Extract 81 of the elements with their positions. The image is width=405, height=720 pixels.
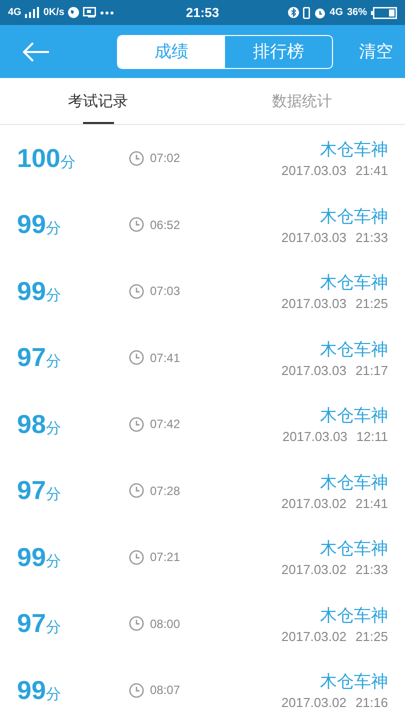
duration-label: 07:41 <box>150 350 180 365</box>
date-label: 2017.03.03 <box>282 429 348 444</box>
segment-tab[interactable]: 成绩 <box>118 36 225 68</box>
screenshot-icon <box>83 7 96 18</box>
score-unit: 分 <box>46 552 61 571</box>
date-label: 2017.03.02 <box>281 628 346 644</box>
score-unit: 分 <box>46 418 61 438</box>
date-label: 2017.03.03 <box>281 296 346 312</box>
clock-icon <box>129 150 144 166</box>
user-name: 木仓车神 <box>320 538 388 560</box>
time-label: 21:41 <box>355 163 388 178</box>
clock-icon <box>129 483 144 498</box>
duration-label: 07:21 <box>150 550 180 564</box>
tab[interactable]: 数据统计 <box>199 78 405 124</box>
time-label: 21:16 <box>355 695 388 710</box>
segment-tab[interactable]: 排行榜 <box>225 36 332 68</box>
user-name: 木仓车神 <box>320 139 388 162</box>
score-value: 97 <box>17 608 46 640</box>
bluetooth-icon <box>288 7 299 18</box>
network-label: 4G <box>8 7 22 18</box>
date-label: 2017.03.03 <box>281 230 346 245</box>
duration-label: 07:02 <box>150 151 180 166</box>
clock-icon <box>129 550 144 565</box>
date-label: 2017.03.02 <box>281 496 346 511</box>
date-label: 2017.03.02 <box>281 562 346 578</box>
score-unit: 分 <box>46 286 61 305</box>
time-label: 21:17 <box>355 362 388 378</box>
date-label: 2017.03.03 <box>281 163 346 178</box>
date-label: 2017.03.02 <box>281 695 346 710</box>
user-name: 木仓车神 <box>320 272 388 294</box>
clock-icon <box>129 616 144 632</box>
score-value: 99 <box>17 209 46 240</box>
score-unit: 分 <box>60 152 76 172</box>
score-unit: 分 <box>46 352 61 372</box>
network-label: 4G <box>330 7 343 18</box>
score-value: 99 <box>17 542 46 573</box>
duration-label: 07:03 <box>150 284 180 298</box>
clock-icon <box>129 350 144 366</box>
duration-label: 08:00 <box>150 616 180 631</box>
time-label: 12:11 <box>356 429 388 444</box>
date-label: 2017.03.03 <box>281 362 346 378</box>
score-value: 97 <box>17 342 46 374</box>
duration-label: 07:42 <box>150 417 180 432</box>
duration-label: 08:07 <box>150 683 180 698</box>
user-name: 木仓车神 <box>320 405 388 428</box>
time-label: 21:25 <box>355 296 388 312</box>
score-unit: 分 <box>46 684 61 704</box>
time-label: 21:33 <box>355 230 388 245</box>
score-value: 97 <box>17 475 46 506</box>
time-label: 21:41 <box>355 496 388 511</box>
score-unit: 分 <box>46 219 61 238</box>
clock-icon <box>129 682 144 698</box>
score-value: 99 <box>17 674 46 706</box>
duration-label: 07:28 <box>150 484 180 498</box>
user-name: 木仓车神 <box>320 604 388 627</box>
time-label: 21:25 <box>355 628 388 644</box>
clock-icon <box>129 284 144 299</box>
clock: 21:53 <box>186 5 220 20</box>
battery-percent: 36% <box>346 7 367 18</box>
tab[interactable]: 考试记录 <box>67 78 129 124</box>
user-name: 木仓车神 <box>320 338 388 361</box>
clock-icon <box>129 217 144 232</box>
user-name: 木仓车神 <box>320 472 388 494</box>
score-unit: 分 <box>46 485 61 504</box>
user-name: 木仓车神 <box>320 671 388 694</box>
clear-button[interactable]: 清空 <box>359 40 393 63</box>
clock-icon <box>129 416 144 432</box>
more-icon <box>100 10 114 14</box>
score-value: 98 <box>17 408 46 440</box>
score-unit: 分 <box>46 618 61 638</box>
score-value: 99 <box>17 276 46 307</box>
speed-label: 0K/s <box>43 7 64 18</box>
user-name: 木仓车神 <box>320 206 388 228</box>
signal-icon <box>25 7 40 18</box>
back-arrow-icon[interactable] <box>22 40 50 62</box>
time-label: 21:33 <box>355 562 388 578</box>
vibrate-icon <box>302 6 310 18</box>
score-value: 100 <box>17 142 60 174</box>
duration-label: 06:52 <box>150 218 180 232</box>
alarm-icon <box>314 6 326 18</box>
battery-icon <box>371 6 397 18</box>
